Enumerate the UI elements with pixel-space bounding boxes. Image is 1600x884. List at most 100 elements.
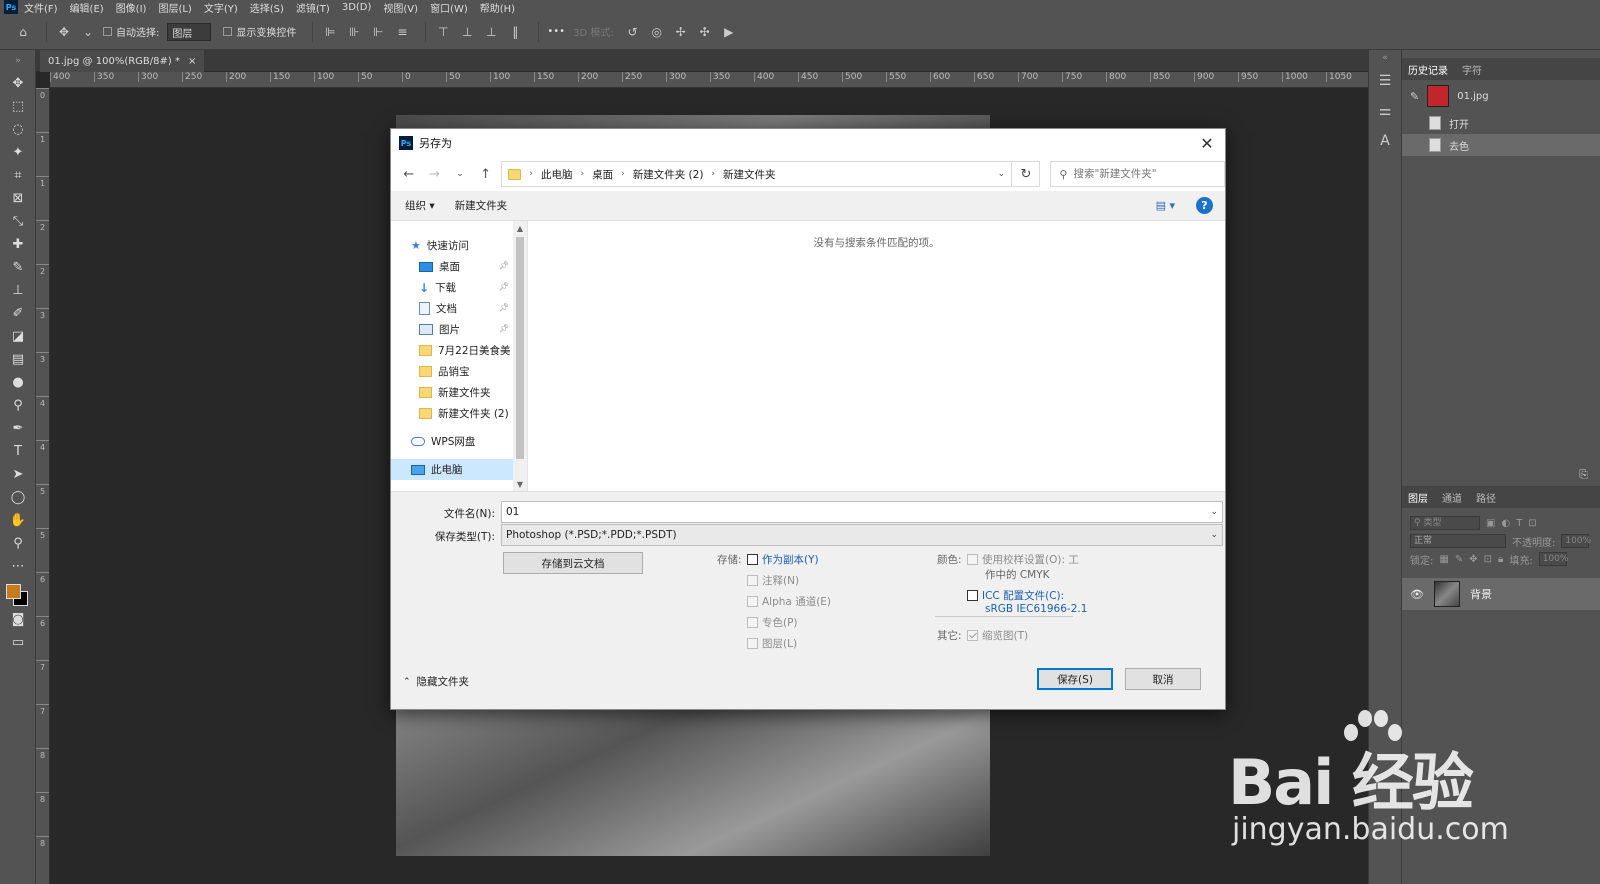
close-icon[interactable]: ✕ — [1197, 133, 1217, 153]
blend-mode-dropdown[interactable]: 正常 — [1410, 534, 1506, 548]
slide-3d-icon[interactable]: ✣ — [696, 25, 714, 39]
organize-menu[interactable]: 组织 ▾ — [405, 198, 435, 213]
layer-select-dropdown[interactable]: 图层 — [167, 22, 212, 41]
new-snapshot-icon[interactable]: ⎘ — [1402, 468, 1600, 486]
pin-icon[interactable]: 📌︎ — [499, 324, 509, 333]
distribute-icon[interactable]: ≡ — [393, 25, 411, 39]
tab-character[interactable]: 字符 — [1462, 62, 1482, 77]
chevron-right-icon[interactable]: › — [621, 169, 625, 179]
icc-profile-option[interactable]: ICC 配置文件(C): — [967, 588, 1064, 603]
new-folder-button[interactable]: 新建文件夹 — [455, 198, 508, 213]
chevron-down-icon[interactable]: ⌄ — [1210, 525, 1218, 545]
menu-filter[interactable]: 滤镜(T) — [296, 0, 330, 15]
file-list-pane[interactable]: 没有与搜索条件匹配的项。 — [527, 221, 1225, 491]
foreground-color-swatch[interactable] — [6, 584, 21, 599]
history-panel-icon[interactable]: ☰ — [1369, 66, 1401, 96]
lock-paint-icon[interactable]: ✎ — [1455, 554, 1463, 565]
pin-icon[interactable]: 📌︎ — [499, 282, 509, 291]
more-tools-icon[interactable]: ⋯ — [0, 555, 36, 578]
scroll-up-icon[interactable]: ▲ — [513, 221, 527, 235]
filter-shape-icon[interactable]: ⊡ — [1528, 518, 1536, 529]
align-right-icon[interactable]: ⊩ — [369, 25, 387, 39]
nav-item-pictures[interactable]: 图片 📌︎ — [391, 319, 513, 340]
zoom-tool-icon[interactable]: ⚲ — [0, 532, 36, 555]
healing-brush-icon[interactable]: ✚ — [0, 233, 36, 256]
align-top-icon[interactable]: ⊤ — [434, 25, 452, 39]
layer-kind-filter[interactable]: ⚲ 类型 — [1410, 516, 1480, 530]
nav-item-quick-access[interactable]: ★ 快速访问 — [391, 235, 513, 256]
help-icon[interactable]: ? — [1196, 197, 1213, 214]
refresh-icon[interactable]: ↻ — [1011, 162, 1039, 186]
menu-view[interactable]: 视图(V) — [383, 0, 418, 15]
hand-tool-icon[interactable]: ✋ — [0, 509, 36, 532]
roll-3d-icon[interactable]: ◎ — [648, 25, 666, 39]
address-bar[interactable]: › 此电脑 › 桌面 › 新建文件夹 (2) › 新建文件夹 ⌄ ↻ — [501, 161, 1041, 187]
menu-layer[interactable]: 图层(L) — [158, 0, 191, 15]
home-icon[interactable]: ⌂ — [14, 25, 32, 39]
scroll-down-icon[interactable]: ▼ — [513, 477, 527, 491]
lock-all-icon[interactable]: 🔒︎ — [1498, 554, 1503, 565]
character-panel-icon[interactable]: A — [1369, 126, 1401, 156]
menu-edit[interactable]: 编辑(E) — [70, 0, 104, 15]
back-arrow-icon[interactable]: ← — [399, 164, 419, 184]
nav-item-folder[interactable]: 新建文件夹 (2) — [391, 403, 513, 424]
document-tab[interactable]: 01.jpg @ 100%(RGB/8#) * × — [40, 50, 205, 72]
color-swatches[interactable] — [0, 578, 36, 608]
brush-tool-icon[interactable]: ✎ — [0, 256, 36, 279]
path-select-icon[interactable]: ➤ — [0, 463, 36, 486]
more-options-button[interactable]: ••• — [547, 26, 565, 37]
screen-mode-icon[interactable]: ▭ — [0, 631, 36, 654]
pin-icon[interactable]: 📌︎ — [499, 261, 509, 270]
pen-tool-icon[interactable]: ✒ — [0, 417, 36, 440]
nav-item-desktop[interactable]: 桌面 📌︎ — [391, 256, 513, 277]
nav-item-this-pc[interactable]: 此电脑 — [391, 459, 513, 480]
fill-field[interactable]: 100% — [1538, 552, 1568, 566]
blur-tool-icon[interactable]: ● — [0, 371, 36, 394]
nav-item-wps-cloud[interactable]: WPS网盘 — [391, 431, 513, 452]
tab-paths[interactable]: 路径 — [1476, 490, 1496, 505]
filetype-dropdown[interactable]: Photoshop (*.PSD;*.PDD;*.PSDT) ⌄ — [501, 524, 1223, 546]
filename-field[interactable]: 01 ⌄ — [501, 501, 1223, 523]
dodge-tool-icon[interactable]: ⚲ — [0, 394, 36, 417]
pan-3d-icon[interactable]: ✢ — [672, 25, 690, 39]
menu-type[interactable]: 文字(Y) — [204, 0, 238, 15]
marquee-tool-icon[interactable]: ⬚ — [0, 95, 36, 118]
align-center-icon[interactable]: ⊪ — [345, 25, 363, 39]
breadcrumb-item[interactable]: 新建文件夹 — [723, 167, 776, 182]
chevron-down-icon[interactable]: ⌄ — [1210, 502, 1218, 522]
camera-3d-icon[interactable]: ▶ — [720, 25, 738, 39]
menu-window[interactable]: 窗口(W) — [430, 0, 468, 15]
filter-pixel-icon[interactable]: ▣ — [1486, 518, 1495, 529]
lock-position-icon[interactable]: ✥ — [1469, 554, 1477, 565]
history-snapshot[interactable]: ✎ 01.jpg — [1402, 80, 1600, 112]
tab-layers[interactable]: 图层 — [1408, 490, 1428, 505]
frame-tool-icon[interactable]: ⊠ — [0, 187, 36, 210]
nav-item-downloads[interactable]: ↓ 下载 📌︎ — [391, 277, 513, 298]
tab-history[interactable]: 历史记录 — [1408, 62, 1448, 77]
recent-locations-icon[interactable]: ⌄ — [450, 164, 470, 184]
magic-wand-icon[interactable]: ✦ — [0, 141, 36, 164]
eraser-icon[interactable]: ◪ — [0, 325, 36, 348]
filter-adjust-icon[interactable]: ◐ — [1501, 518, 1510, 529]
icc-checkbox[interactable] — [967, 590, 978, 601]
chevron-right-icon[interactable]: › — [529, 169, 533, 179]
hide-folders-toggle[interactable]: ⌃ 隐藏文件夹 — [403, 674, 469, 689]
pin-icon[interactable]: 📌︎ — [499, 303, 509, 312]
collapse-icon[interactable]: » — [0, 50, 36, 72]
search-input[interactable] — [1073, 168, 1214, 180]
as-copy-checkbox[interactable] — [747, 554, 758, 565]
history-item[interactable]: 打开 — [1402, 112, 1600, 134]
nav-item-folder[interactable]: 品销宝 — [391, 361, 513, 382]
eyedropper-icon[interactable]: ⤡ — [0, 210, 36, 233]
type-tool-icon[interactable]: T — [0, 440, 36, 463]
move-tool-icon[interactable]: ✥ — [55, 25, 73, 39]
menu-select[interactable]: 选择(S) — [250, 0, 284, 15]
breadcrumb-item[interactable]: 新建文件夹 (2) — [633, 167, 704, 182]
visibility-eye-icon[interactable]: 👁︎ — [1410, 588, 1424, 601]
layer-row[interactable]: 👁︎ 背景 — [1402, 578, 1600, 610]
crop-tool-icon[interactable]: ⌗ — [0, 164, 36, 187]
stamp-tool-icon[interactable]: ⊥ — [0, 279, 36, 302]
menu-3d[interactable]: 3D(D) — [342, 2, 372, 13]
nav-item-folder[interactable]: 新建文件夹 — [391, 382, 513, 403]
chevron-down-icon[interactable]: ⌄ — [993, 166, 1009, 182]
